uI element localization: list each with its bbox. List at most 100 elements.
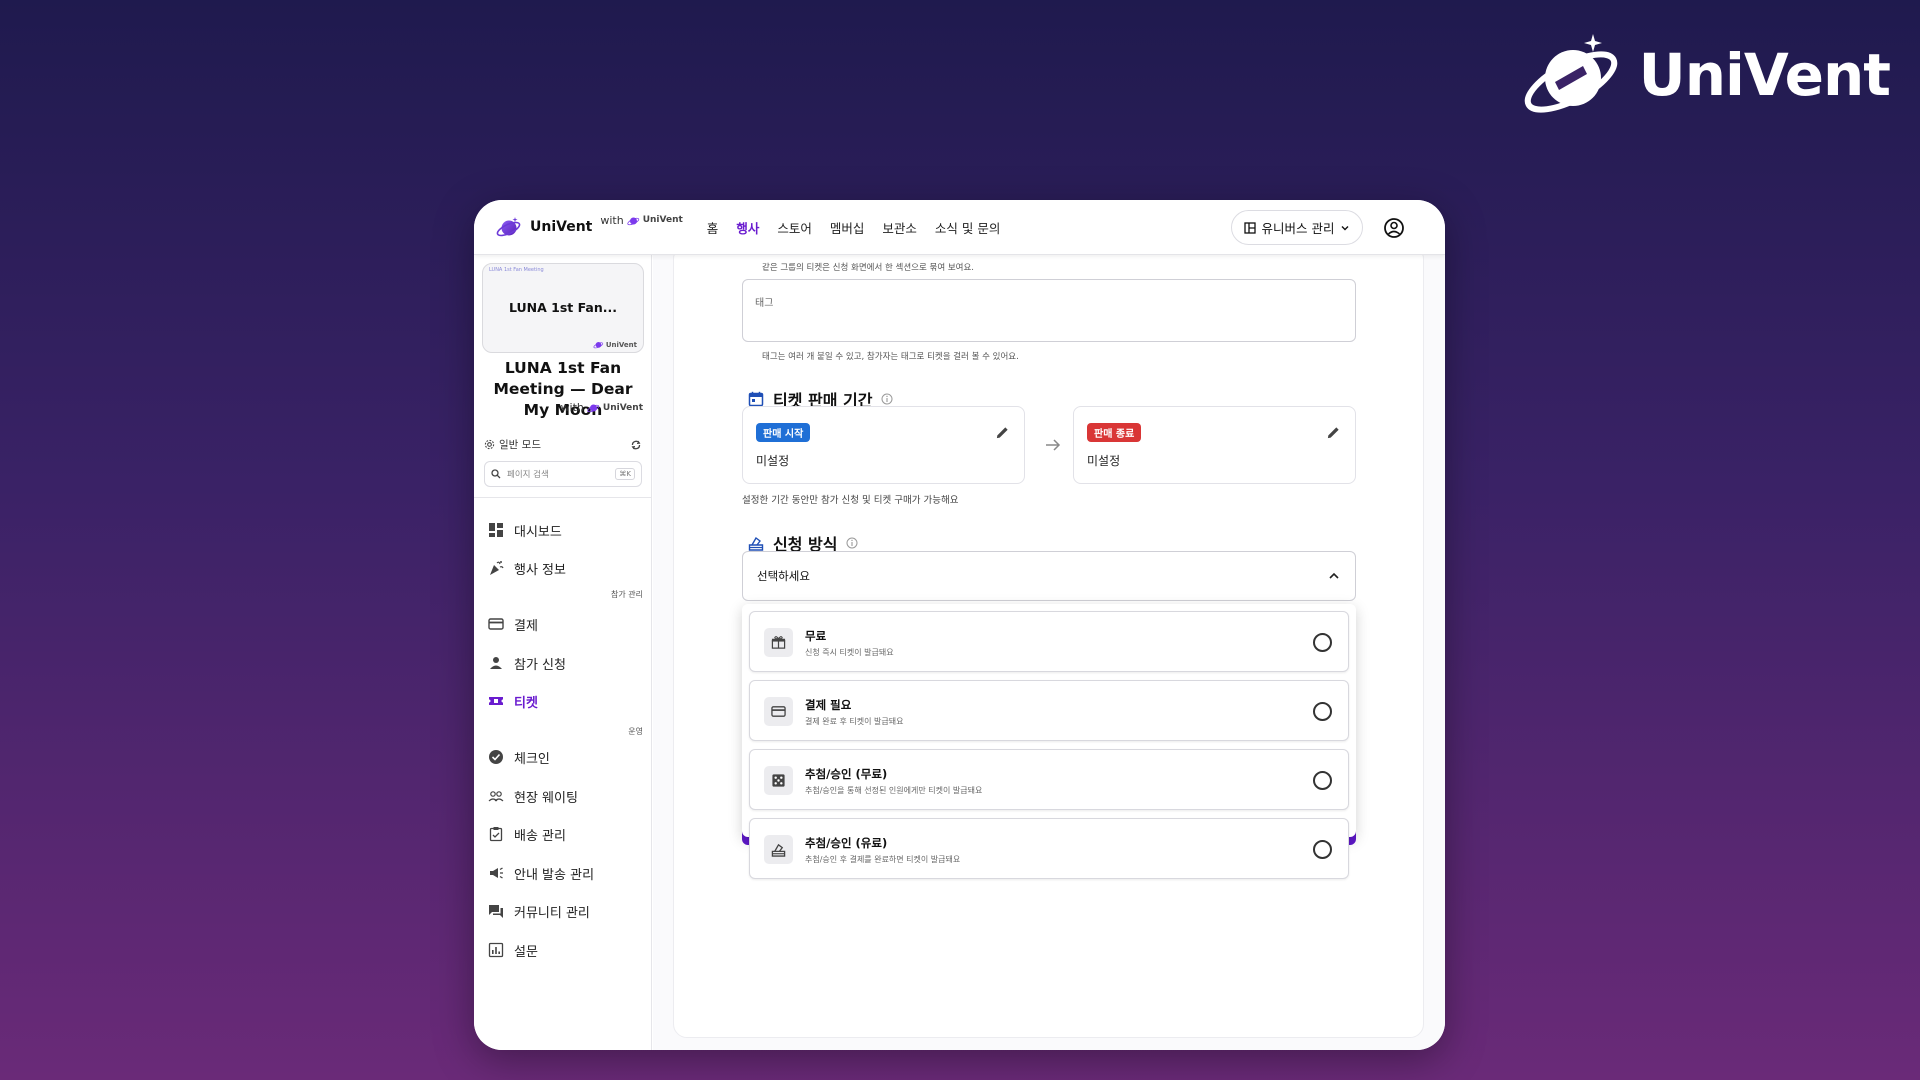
option-lottery-free[interactable]: 추첨/승인 (무료) 추첨/승인을 통해 선정된 인원에게만 티켓이 발급돼요 [749, 749, 1349, 810]
section-label-participation: 참가 관리 [611, 590, 643, 599]
sidebar-item-delivery[interactable]: 배송 관리 [488, 822, 566, 846]
with-brand: UniVent [602, 402, 643, 413]
option-radio[interactable] [1313, 633, 1332, 652]
info-icon[interactable] [846, 537, 858, 549]
sidebar-item-label: 커뮤니티 관리 [514, 905, 590, 921]
sidebar-item-payment[interactable]: 결제 [488, 612, 538, 636]
campaign-icon [490, 867, 503, 879]
with-univent-label: with UniVent [600, 214, 682, 227]
edit-pencil-icon[interactable] [1326, 425, 1341, 440]
sidebar-item-applications[interactable]: 참가 신청 [488, 651, 566, 675]
page-search-input[interactable]: 페이지 검색 ⌘K [484, 461, 642, 487]
sidebar-item-survey[interactable]: 설문 [488, 938, 538, 962]
forum-icon [489, 905, 503, 918]
casino-icon [772, 774, 785, 787]
sale-start-value: 미설정 [756, 454, 790, 468]
option-desc: 추첨/승인 후 결제를 완료하면 티켓이 발급돼요 [805, 855, 961, 864]
ticket-form-card: 같은 그룹의 티켓은 신청 화면에서 한 섹션으로 묶여 보여요. 태그 태그는… [673, 245, 1424, 1038]
nav-events[interactable]: 행사 [736, 218, 759, 237]
chevron-down-icon [1341, 225, 1349, 230]
sale-start-card[interactable]: 판매 시작 미설정 [742, 406, 1025, 484]
layout-icon [1243, 221, 1256, 234]
arrow-right-icon [1046, 439, 1061, 451]
mode-row: 일반 모드 [484, 437, 642, 452]
sale-start-badge: 판매 시작 [756, 423, 811, 442]
sidebar-item-dashboard[interactable]: 대시보드 [488, 518, 562, 542]
group-icon [488, 791, 504, 802]
option-icon-box [764, 697, 793, 726]
option-desc: 결제 완료 후 티켓이 발급돼요 [805, 717, 904, 726]
planet-mini-icon [587, 404, 600, 413]
application-method-dropdown: 무료 신청 즉시 티켓이 발급돼요 결제 필요 결제 완료 후 티켓이 발급돼요 [742, 604, 1356, 879]
sidebar-item-waiting[interactable]: 현장 웨이팅 [488, 784, 578, 808]
top-navigation-bar: UniVent with UniVent 홈 행사 스토어 멤버십 보관소 소식… [474, 200, 1445, 255]
nav-archive[interactable]: 보관소 [882, 218, 917, 237]
brand-name: UniVent [1638, 41, 1891, 109]
option-free[interactable]: 무료 신청 즉시 티켓이 발급돼요 [749, 611, 1349, 672]
planet-logo-icon[interactable] [496, 216, 522, 238]
with-text: with [600, 213, 624, 227]
search-shortcut: ⌘K [615, 468, 635, 480]
nav-news-inquiry[interactable]: 소식 및 문의 [935, 218, 1000, 237]
option-lottery-paid[interactable]: 추첨/승인 (유료) 추첨/승인 후 결제를 완료하면 티켓이 발급돼요 [749, 818, 1349, 879]
mode-toggle[interactable]: 일반 모드 [484, 437, 541, 452]
check-circle-icon [489, 750, 503, 764]
nav-home[interactable]: 홈 [707, 218, 719, 237]
tag-hint: 태그는 여러 개 붙일 수 있고, 참가자는 태그로 티켓을 걸러 볼 수 있어… [762, 352, 1019, 362]
option-title: 추첨/승인 (무료) [805, 767, 888, 781]
group-hint: 같은 그룹의 티켓은 신청 화면에서 한 섹션으로 묶여 보여요. [762, 263, 974, 273]
option-radio[interactable] [1313, 771, 1332, 790]
chevron-up-icon [1329, 572, 1339, 579]
planet-logo-icon [1524, 34, 1617, 113]
sidebar-item-notice[interactable]: 안내 발송 관리 [488, 861, 594, 885]
option-payment-required[interactable]: 결제 필요 결제 완료 후 티켓이 발급돼요 [749, 680, 1349, 741]
sidebar-item-label: 대시보드 [514, 524, 562, 540]
nav-store[interactable]: 스토어 [777, 218, 812, 237]
option-title: 무료 [805, 629, 827, 643]
app-title[interactable]: UniVent [530, 219, 592, 235]
option-icon-box [764, 835, 793, 864]
card-brand: UniVent [593, 340, 637, 349]
ballot-icon [771, 843, 786, 857]
sidebar-item-label: 결제 [514, 618, 538, 634]
event-thumbnail-card[interactable]: LUNA 1st Fan Meeting LUNA 1st Fan... Uni… [482, 263, 644, 353]
option-title: 추첨/승인 (유료) [805, 836, 888, 850]
account-circle-icon[interactable] [1383, 217, 1405, 239]
sidebar-item-checkin[interactable]: 체크인 [488, 745, 550, 769]
section-label-operation: 운영 [628, 727, 643, 736]
sidebar-item-label: 티켓 [514, 695, 538, 711]
planet-mini-icon [627, 217, 639, 225]
sale-end-card[interactable]: 판매 종료 미설정 [1073, 406, 1356, 484]
info-icon[interactable] [881, 393, 893, 405]
with-brand: UniVent [642, 215, 683, 225]
tag-input[interactable]: 태그 [742, 279, 1356, 342]
main-nav: 홈 행사 스토어 멤버십 보관소 소식 및 문의 [707, 218, 1001, 237]
option-icon-box [764, 628, 793, 657]
sidebar-item-label: 참가 신청 [514, 657, 566, 673]
calendar-icon [748, 391, 764, 407]
application-method-select[interactable]: 선택하세요 [742, 551, 1356, 601]
card-brand-name: UniVent [605, 340, 637, 349]
sidebar-item-community[interactable]: 커뮤니티 관리 [488, 899, 590, 923]
option-radio[interactable] [1313, 840, 1332, 859]
ticket-icon [489, 697, 503, 705]
select-placeholder: 선택하세요 [757, 569, 810, 583]
sidebar-item-event-info[interactable]: 행사 정보 [488, 556, 566, 580]
sidebar-item-label: 행사 정보 [514, 562, 566, 578]
universe-manage-button[interactable]: 유니버스 관리 [1231, 210, 1363, 245]
edit-pencil-icon[interactable] [995, 425, 1010, 440]
sidebar-divider [474, 497, 651, 498]
option-radio[interactable] [1313, 702, 1332, 721]
clipboard-icon [489, 827, 503, 842]
sidebar-item-label: 현장 웨이팅 [514, 790, 578, 806]
sidebar-item-ticket[interactable]: 티켓 [488, 689, 538, 713]
search-icon [491, 469, 501, 479]
sale-end-badge: 판매 종료 [1087, 423, 1142, 442]
sync-icon[interactable] [630, 439, 642, 451]
person-icon [490, 657, 502, 669]
sale-period-hint: 설정한 기간 동안만 참가 신청 및 티켓 구매가 가능해요 [742, 495, 959, 506]
sidebar-item-label: 체크인 [514, 751, 550, 767]
nav-membership[interactable]: 멤버십 [830, 218, 865, 237]
universe-manage-label: 유니버스 관리 [1261, 221, 1335, 236]
brand-logo-area: UniVent [1521, 30, 1891, 120]
